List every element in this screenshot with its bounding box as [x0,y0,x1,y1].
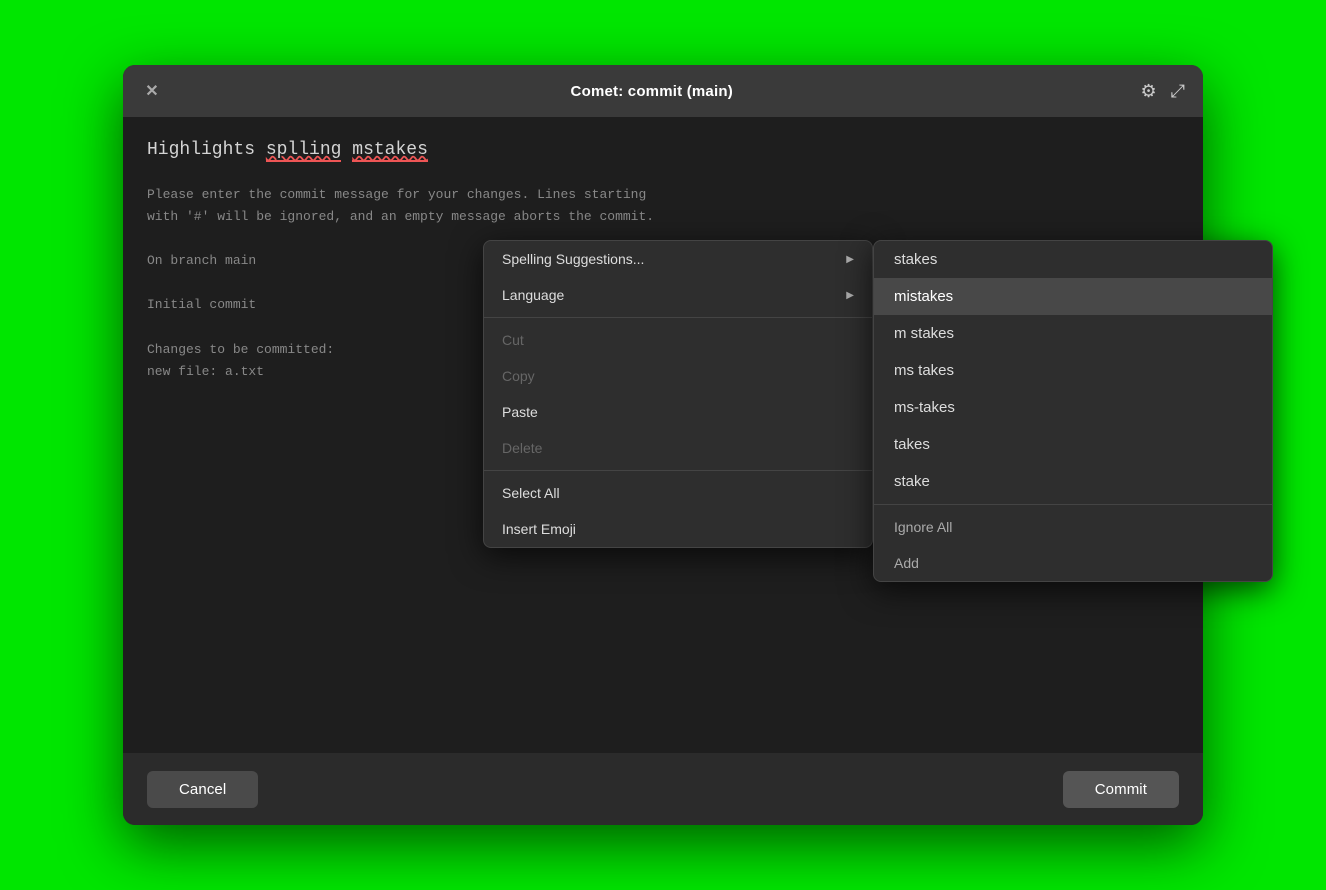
menu-item-spelling-label: Spelling Suggestions... [502,251,644,267]
spell-add[interactable]: Add [874,545,1272,581]
menu-item-spelling[interactable]: Spelling Suggestions... ▶ [484,241,872,277]
menu-item-language-label: Language [502,287,564,303]
menu-divider-2 [484,470,872,471]
menu-item-cut-label: Cut [502,332,524,348]
spelling-arrow-icon: ▶ [846,254,854,265]
titlebar: ✕ Comet: commit (main) ⚙ ⤢ [123,65,1203,117]
spell-submenu: stakes mistakes m stakes ms takes ms-tak… [873,240,1273,582]
spell-suggestion-0[interactable]: stakes [874,241,1272,278]
menu-item-delete-label: Delete [502,440,542,456]
main-window: ✕ Comet: commit (main) ⚙ ⤢ Highlights sp… [123,65,1203,825]
menu-item-copy[interactable]: Copy [484,358,872,394]
misspelled-word-2: mstakes [352,140,428,162]
comment-line-2: with '#' will be ignored, and an empty m… [147,206,1179,228]
cancel-button[interactable]: Cancel [147,771,258,808]
gear-icon[interactable]: ⚙ [1140,81,1156,102]
menu-item-language[interactable]: Language ▶ [484,277,872,313]
menu-item-copy-label: Copy [502,368,535,384]
menu-item-insert-emoji[interactable]: Insert Emoji [484,511,872,547]
menu-item-paste[interactable]: Paste [484,394,872,430]
language-arrow-icon: ▶ [846,290,854,301]
expand-icon[interactable]: ⤢ [1171,81,1185,102]
menu-divider-1 [484,317,872,318]
menu-item-paste-label: Paste [502,404,538,420]
titlebar-actions: ⚙ ⤢ [1140,81,1185,102]
menu-item-select-all-label: Select All [502,485,560,501]
menu-item-delete[interactable]: Delete [484,430,872,466]
spell-suggestion-4[interactable]: ms-takes [874,389,1272,426]
spell-suggestion-1[interactable]: mistakes [874,278,1272,315]
footer: Cancel Commit [123,753,1203,825]
menu-item-insert-emoji-label: Insert Emoji [502,521,576,537]
commit-button[interactable]: Commit [1063,771,1179,808]
misspelled-word-1: splling [266,140,342,162]
editor-content: Highlights splling mstakes [147,137,1179,164]
spell-divider [874,504,1272,505]
context-menu: Spelling Suggestions... ▶ Language ▶ Cut… [483,240,873,548]
spell-ignore-all[interactable]: Ignore All [874,509,1272,545]
spell-suggestion-5[interactable]: takes [874,426,1272,463]
menu-item-cut[interactable]: Cut [484,322,872,358]
spell-suggestion-3[interactable]: ms takes [874,352,1272,389]
close-button[interactable]: ✕ [141,80,163,102]
comment-line-1: Please enter the commit message for your… [147,184,1179,206]
spell-suggestion-6[interactable]: stake [874,463,1272,500]
window-title: Comet: commit (main) [571,83,733,100]
spell-suggestion-2[interactable]: m stakes [874,315,1272,352]
editor-prefix: Highlights [147,140,266,160]
menu-item-select-all[interactable]: Select All [484,475,872,511]
